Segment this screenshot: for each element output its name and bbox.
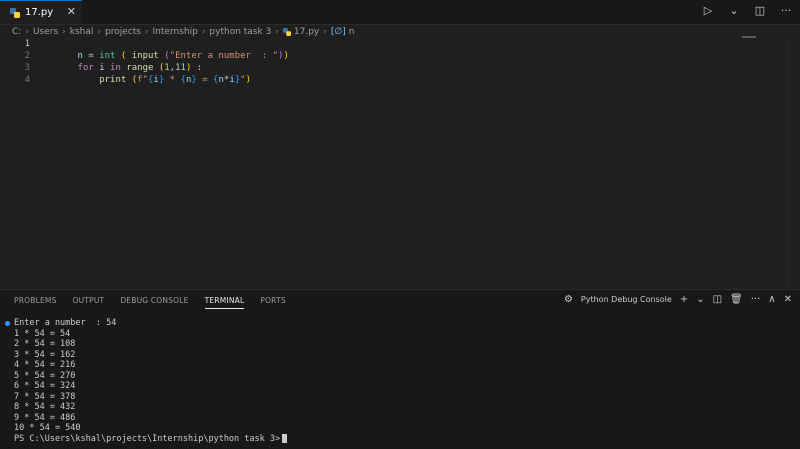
line-number: 2 (24, 51, 30, 61)
code-line: 1 n = int ( input ("Enter a number : ")) (0, 38, 800, 61)
code-line: 3 print (f"{i} * {n} = {n*i}") (0, 62, 800, 85)
terminal-prompt-line: PS C:\Users\kshal\projects\Internship\py… (0, 433, 800, 445)
bottom-panel: PROBLEMS OUTPUT DEBUG CONSOLE TERMINAL P… (0, 289, 800, 449)
terminal-cursor (282, 433, 288, 443)
breadcrumb-item[interactable]: kshal (70, 27, 94, 37)
terminal-line: 2 * 54 = 108 (14, 339, 76, 349)
panel-actions: ⚙ Python Debug Console + ⌄ ◫ 🗑 ··· ∧ ✕ (564, 294, 792, 305)
add-terminal-icon[interactable]: + (680, 294, 688, 305)
chevron-right-icon: › (62, 27, 66, 37)
terminal-line: 8 * 54 = 432 (14, 402, 76, 412)
breadcrumb-item[interactable]: projects (105, 27, 141, 37)
tab-problems[interactable]: PROBLEMS (14, 296, 57, 309)
terminal-profile-label[interactable]: Python Debug Console (581, 295, 672, 304)
editor-scrollbar[interactable] (787, 38, 800, 288)
terminal-line: 6 * 54 = 324 (14, 381, 76, 391)
minimap[interactable] (742, 36, 756, 38)
line-number: 1 (24, 39, 30, 49)
chevron-right-icon: › (323, 27, 327, 37)
trash-icon[interactable]: 🗑 (730, 294, 743, 305)
terminal-dropdown-icon[interactable]: ⌄ (696, 294, 704, 305)
terminal-line: Enter a number : 54 (0, 318, 800, 329)
breadcrumb-item[interactable]: 17.py (294, 27, 319, 37)
close-panel-icon[interactable]: ✕ (784, 294, 792, 305)
breadcrumb-item[interactable]: n (349, 27, 355, 37)
chevron-right-icon: › (144, 27, 149, 37)
chevron-right-icon: › (25, 27, 29, 37)
code-editor[interactable]: 1 n = int ( input ("Enter a number : "))… (0, 38, 800, 288)
tab-terminal[interactable]: TERMINAL (204, 296, 245, 309)
terminal-line: 1 * 54 = 54 (14, 328, 71, 339)
terminal-line: 3 * 54 = 162 (14, 349, 76, 360)
python-file-icon (10, 7, 20, 18)
maximize-panel-icon[interactable]: ∧ (768, 294, 775, 305)
breadcrumb-item[interactable]: C: (12, 27, 21, 37)
terminal-output[interactable]: Enter a number : 54 1 * 54 = 54 2 * 54 =… (0, 318, 800, 444)
breadcrumb: C: › Users › kshal › projects › Internsh… (0, 25, 800, 39)
terminal-line: 10 * 54 = 540 (14, 423, 81, 433)
terminal-line: 9 * 54 = 486 (14, 412, 76, 423)
tab-debug-console[interactable]: DEBUG CONSOLE (120, 296, 188, 309)
command-status-icon (5, 321, 10, 326)
tab-label: 17.py (25, 7, 54, 18)
more-actions-icon[interactable]: ··· (778, 4, 794, 17)
close-icon[interactable]: ✕ (67, 5, 76, 18)
breadcrumb-item[interactable]: Internship (153, 27, 198, 37)
editor-actions: ▷ ⌄ ◫ ··· (700, 4, 794, 17)
variable-icon: [∅] (330, 27, 346, 37)
split-terminal-icon[interactable]: ◫ (713, 294, 722, 305)
terminal-line: 4 * 54 = 216 (14, 360, 76, 370)
debug-gear-icon: ⚙ (563, 294, 573, 305)
tab-17-py[interactable]: 17.py ✕ (0, 0, 82, 24)
chevron-right-icon: › (201, 27, 206, 37)
line-number: 4 (24, 75, 30, 85)
run-dropdown-icon[interactable]: ⌄ (726, 4, 742, 17)
chevron-right-icon: › (97, 27, 101, 37)
python-file-icon (282, 28, 291, 36)
terminal-line: 7 * 54 = 378 (14, 391, 76, 402)
breadcrumb-item[interactable]: Users (33, 27, 58, 37)
line-number: 3 (24, 63, 30, 73)
code-line: 2 for i in range (1,11) : (0, 50, 800, 73)
chevron-right-icon: › (275, 27, 279, 37)
breadcrumb-item[interactable]: python task 3 (209, 27, 271, 37)
terminal-prompt: PS C:\Users\kshal\projects\Internship\py… (14, 433, 281, 444)
more-actions-icon[interactable]: ··· (751, 294, 761, 305)
editor-tab-bar: 17.py ✕ ▷ ⌄ ◫ ··· (0, 0, 800, 25)
panel-tab-bar: PROBLEMS OUTPUT DEBUG CONSOLE TERMINAL P… (14, 296, 286, 309)
terminal-line: 5 * 54 = 270 (14, 370, 76, 381)
tab-output[interactable]: OUTPUT (73, 296, 105, 309)
split-editor-icon[interactable]: ◫ (752, 4, 768, 17)
run-icon[interactable]: ▷ (700, 4, 716, 17)
tab-ports[interactable]: PORTS (260, 296, 285, 309)
